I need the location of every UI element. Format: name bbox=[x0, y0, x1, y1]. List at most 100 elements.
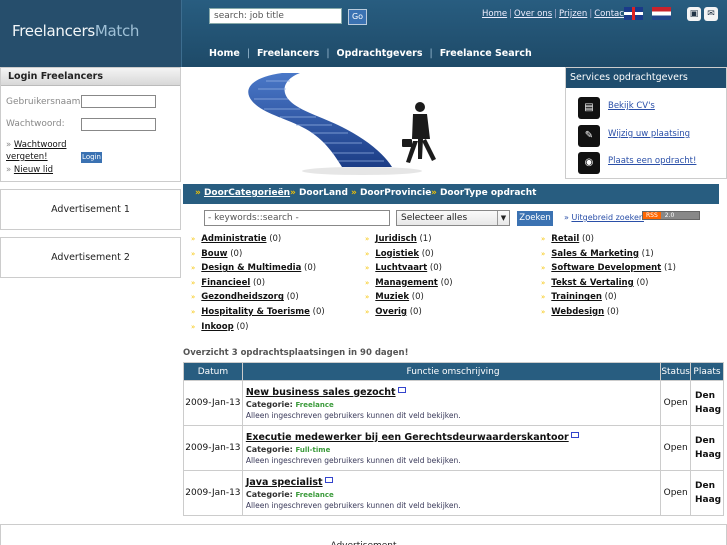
signal-icon: ◉ bbox=[578, 152, 600, 174]
category-item[interactable]: » Webdesign (0) bbox=[541, 307, 676, 322]
service-link-cv[interactable]: Bekijk CV's bbox=[608, 101, 655, 111]
nl-flag-icon[interactable] bbox=[652, 7, 671, 20]
table-row: 2009-Jan-13 New business sales gezocht C… bbox=[183, 380, 724, 426]
category-tabs: » DoorCategorieën » DoorLand » DoorProvi… bbox=[183, 184, 719, 204]
services-title: Services opdrachtgevers bbox=[566, 68, 726, 88]
pencil-icon: ✎ bbox=[578, 125, 600, 147]
forgot-password-link-line2[interactable]: vergeten! bbox=[6, 152, 48, 162]
table-header-row: Datum Functie omschrijving Status Plaats bbox=[183, 362, 724, 381]
category-item[interactable]: » Sales & Marketing (1) bbox=[541, 249, 676, 264]
tab-door-land[interactable]: » DoorLand bbox=[290, 188, 348, 198]
category-item[interactable]: » Juridisch (1) bbox=[365, 234, 453, 249]
toplink-prijzen[interactable]: Prijzen bbox=[559, 9, 587, 19]
job-title-link[interactable]: Executie medewerker bij een Gerechtsdeur… bbox=[246, 432, 569, 443]
category-item[interactable]: » Inkoop (0) bbox=[191, 322, 325, 337]
logo-text-match: Match bbox=[94, 22, 140, 40]
category-item[interactable]: » Retail (0) bbox=[541, 234, 676, 249]
job-note: Alleen ingeschreven gebruikers kunnen di… bbox=[245, 455, 461, 465]
forgot-password-link-line1[interactable]: » Wachtwoord bbox=[6, 140, 66, 150]
site-header: FreelancersMatch search: job title Go Ho… bbox=[0, 0, 727, 67]
new-window-icon[interactable] bbox=[324, 476, 333, 483]
job-category-value: Freelance bbox=[295, 400, 334, 409]
service-link-edit[interactable]: Wijzig uw plaatsing bbox=[608, 129, 690, 139]
job-place: Den Haag bbox=[690, 470, 724, 516]
new-member-link[interactable]: » Nieuw lid bbox=[6, 165, 53, 175]
login-title: Login Freelancers bbox=[1, 68, 180, 86]
category-select[interactable]: Selecteer alles ▼ bbox=[396, 210, 510, 226]
category-item[interactable]: » Logistiek (0) bbox=[365, 249, 453, 264]
category-item[interactable]: » Software Development (1) bbox=[541, 263, 676, 278]
search-go-button[interactable]: Go bbox=[348, 9, 367, 25]
advertisement-2[interactable]: Advertisement 2 bbox=[0, 237, 181, 278]
category-item[interactable]: » Overig (0) bbox=[365, 307, 453, 322]
overview-title: Overzicht 3 opdrachtsplaatsingen in 90 d… bbox=[183, 348, 409, 358]
job-category-label: Categorie: bbox=[245, 444, 293, 454]
job-description: New business sales gezocht Categorie: Fr… bbox=[241, 380, 662, 426]
col-plaats: Plaats bbox=[690, 362, 724, 381]
job-place: Den Haag bbox=[690, 425, 724, 471]
job-title-link[interactable]: Java specialist bbox=[246, 477, 323, 488]
category-column-2: » Juridisch (1) » Logistiek (0) » Luchtvaar… bbox=[365, 234, 453, 322]
advanced-search-link[interactable]: » Uitgebreid zoeken bbox=[564, 213, 644, 222]
print-icon[interactable]: ▣ bbox=[687, 7, 701, 21]
category-item[interactable]: » Gezondheidszorg (0) bbox=[191, 292, 325, 307]
table-row: 2009-Jan-13 Executie medewerker bij een … bbox=[183, 425, 724, 471]
toplink-over-ons[interactable]: Over ons bbox=[514, 9, 552, 19]
job-date: 2009-Jan-13 bbox=[183, 425, 243, 471]
job-place: Den Haag bbox=[690, 380, 724, 426]
job-category-label: Categorie: bbox=[245, 489, 293, 499]
chat-icon[interactable]: ✉ bbox=[704, 7, 718, 21]
tab-door-provincie[interactable]: » DoorProvincie bbox=[351, 188, 431, 198]
nav-home[interactable]: Home bbox=[209, 48, 240, 59]
category-item[interactable]: » Administratie (0) bbox=[191, 234, 325, 249]
job-description: Executie medewerker bij een Gerechtsdeur… bbox=[241, 425, 662, 471]
services-panel: Services opdrachtgevers ▤ Bekijk CV's ✎ … bbox=[565, 67, 727, 179]
job-category-value: Freelance bbox=[295, 490, 334, 499]
tab-door-categorieen[interactable]: » DoorCategorieën bbox=[195, 188, 290, 198]
table-row: 2009-Jan-13 Java specialist Categorie: F… bbox=[183, 470, 724, 516]
category-column-1: » Administratie (0) » Bouw (0) » Design & M… bbox=[191, 234, 325, 336]
header-main: search: job title Go Home | Over ons | Prijz… bbox=[182, 0, 727, 67]
rss-feed-badge[interactable]: RSS 2.0 bbox=[642, 211, 700, 220]
category-item[interactable]: » Tekst & Vertaling (0) bbox=[541, 278, 676, 293]
job-note: Alleen ingeschreven gebruikers kunnen di… bbox=[245, 410, 461, 420]
category-panel: - keywords::search - Selecteer alles ▼ Zo… bbox=[183, 204, 719, 340]
password-label: Wachtwoord: bbox=[6, 119, 65, 129]
job-title-link[interactable]: New business sales gezocht bbox=[246, 387, 396, 398]
job-search-input[interactable]: search: job title bbox=[209, 8, 342, 24]
uk-flag-icon[interactable] bbox=[624, 7, 643, 20]
nav-freelancers[interactable]: Freelancers bbox=[257, 48, 319, 59]
category-item[interactable]: » Design & Multimedia (0) bbox=[191, 263, 325, 278]
category-item[interactable]: » Muziek (0) bbox=[365, 292, 453, 307]
service-link-post[interactable]: Plaats een opdracht! bbox=[608, 156, 696, 166]
new-window-icon[interactable] bbox=[570, 431, 579, 438]
zoeken-button[interactable]: Zoeken bbox=[517, 211, 553, 226]
job-table: Datum Functie omschrijving Status Plaats… bbox=[183, 362, 724, 516]
category-item[interactable]: » Hospitality & Toerisme (0) bbox=[191, 307, 325, 322]
job-description: Java specialist Categorie: Freelance All… bbox=[241, 470, 662, 516]
category-item[interactable]: » Management (0) bbox=[365, 278, 453, 293]
top-links: Home | Over ons | Prijzen | Contact bbox=[482, 9, 628, 19]
tab-door-type-opdracht[interactable]: » DoorType opdracht bbox=[431, 188, 536, 198]
advertisement-bottom[interactable]: Advertisement bbox=[0, 524, 727, 545]
keyword-search-input[interactable]: - keywords::search - bbox=[204, 210, 390, 226]
password-field[interactable] bbox=[81, 118, 156, 131]
advertisement-1[interactable]: Advertisement 1 bbox=[0, 189, 181, 230]
site-logo[interactable]: FreelancersMatch bbox=[0, 0, 182, 67]
category-item[interactable]: » Trainingen (0) bbox=[541, 292, 676, 307]
category-item[interactable]: » Financieel (0) bbox=[191, 278, 325, 293]
nav-freelance-search[interactable]: Freelance Search bbox=[440, 48, 532, 59]
job-category-label: Categorie: bbox=[245, 399, 293, 409]
toplink-contact[interactable]: Contact bbox=[594, 9, 627, 19]
toplink-home[interactable]: Home bbox=[482, 9, 507, 19]
category-column-3: » Retail (0) » Sales & Marketing (1) » Soft… bbox=[541, 234, 676, 322]
cv-card-icon: ▤ bbox=[578, 97, 600, 119]
job-status: Open bbox=[660, 425, 691, 471]
category-item[interactable]: » Luchtvaart (0) bbox=[365, 263, 453, 278]
job-date: 2009-Jan-13 bbox=[183, 380, 243, 426]
new-window-icon[interactable] bbox=[397, 386, 406, 393]
login-button[interactable]: Login bbox=[81, 152, 102, 163]
category-item[interactable]: » Bouw (0) bbox=[191, 249, 325, 264]
username-field[interactable] bbox=[81, 95, 156, 108]
nav-opdrachtgevers[interactable]: Opdrachtgevers bbox=[337, 48, 423, 59]
